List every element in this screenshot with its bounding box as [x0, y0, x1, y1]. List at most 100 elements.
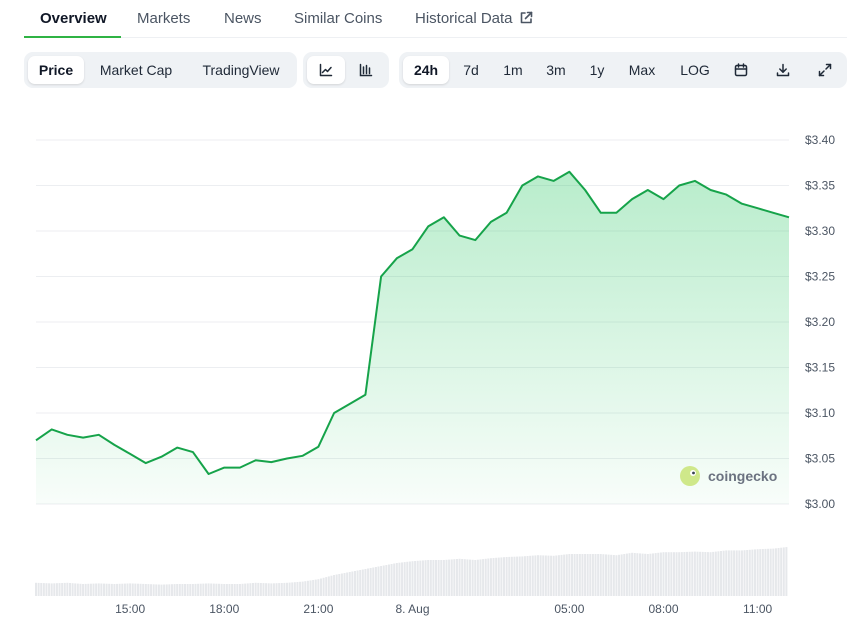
log-scale-button[interactable]: LOG [669, 56, 721, 84]
volume-bar [518, 556, 521, 596]
volume-bar [510, 556, 513, 596]
y-tick-label: $3.15 [805, 361, 835, 375]
metric-selector: Price Market Cap TradingView [24, 52, 297, 88]
volume-bar [466, 559, 469, 596]
tab-historical-data[interactable]: Historical Data [415, 10, 533, 27]
volume-bar [688, 551, 691, 596]
volume-bar [353, 571, 356, 596]
volume-bar [772, 548, 775, 596]
y-tick-label: $3.25 [805, 270, 835, 284]
tab-markets[interactable]: Markets [137, 10, 190, 27]
volume-bar [152, 584, 155, 596]
range-max-button[interactable]: Max [617, 56, 667, 84]
watermark-text: coingecko [708, 468, 777, 484]
volume-bar [231, 584, 234, 596]
volume-bar [693, 551, 696, 596]
volume-bar [385, 565, 388, 596]
y-axis: $3.40 $3.35 $3.30 $3.25 $3.20 $3.15 $3.10 $3.05… [805, 133, 835, 511]
volume-bar [270, 583, 273, 596]
volume-bar [176, 584, 179, 596]
tab-similar-coins[interactable]: Similar Coins [294, 10, 382, 27]
price-tab[interactable]: Price [28, 56, 84, 84]
volume-bar [204, 583, 207, 596]
market-cap-tab[interactable]: Market Cap [88, 56, 184, 84]
volume-bar [727, 550, 730, 596]
volume-bar [414, 561, 417, 596]
volume-bar [623, 554, 626, 596]
volume-bar [563, 554, 566, 596]
range-3m-button[interactable]: 3m [535, 56, 577, 84]
tab-news[interactable]: News [224, 10, 262, 27]
calendar-button[interactable] [725, 56, 757, 84]
volume-bar [61, 583, 64, 596]
range-7d-button[interactable]: 7d [451, 56, 491, 84]
volume-bar [607, 554, 610, 596]
volume-bar [539, 555, 542, 596]
volume-bar [382, 565, 385, 596]
volume-bar [301, 581, 304, 596]
volume-bar [406, 561, 409, 596]
volume-bar [40, 583, 43, 596]
volume-bar [340, 573, 343, 596]
volume-bar [275, 583, 278, 596]
range-24h-button[interactable]: 24h [403, 56, 449, 84]
volume-bar [421, 560, 424, 596]
volume-bar [581, 554, 584, 596]
volume-bar [89, 583, 92, 596]
volume-bar [638, 553, 641, 596]
volume-bar [228, 584, 231, 596]
volume-bar [299, 581, 302, 596]
volume-bar [390, 564, 393, 596]
volume-bar [761, 549, 764, 596]
volume-bar [408, 561, 411, 596]
volume-bar [683, 552, 686, 596]
download-button[interactable] [767, 56, 799, 84]
volume-bar [754, 549, 757, 596]
volume-bar [157, 584, 160, 596]
volume-bar [471, 559, 474, 596]
fullscreen-button[interactable] [809, 56, 841, 84]
volume-bar [55, 583, 58, 596]
line-chart-button[interactable] [307, 56, 345, 84]
range-1y-button[interactable]: 1y [579, 56, 615, 84]
range-1m-button[interactable]: 1m [493, 56, 533, 84]
volume-bar [165, 584, 168, 596]
volume-bar [696, 551, 699, 596]
volume-bar [338, 574, 341, 596]
volume-bar [432, 560, 435, 596]
volume-bar [110, 583, 113, 596]
volume-bar [367, 568, 370, 596]
tradingview-tab[interactable]: TradingView [188, 56, 294, 84]
volume-bar [144, 584, 147, 596]
volume-bar [565, 554, 568, 596]
volume-bar [129, 583, 132, 596]
volume-bar [401, 562, 404, 596]
volume-bar [348, 572, 351, 596]
volume-bar [87, 583, 90, 596]
volume-bar [330, 575, 333, 596]
volume-bar [618, 554, 621, 596]
volume-bar [777, 548, 780, 596]
volume-bar [503, 557, 506, 596]
volume-bar [155, 584, 158, 596]
volume-bar [189, 584, 192, 596]
volume-bar [280, 583, 283, 596]
external-link-icon [520, 11, 532, 24]
candlestick-chart-button[interactable] [347, 56, 385, 84]
volume-bar [602, 554, 605, 596]
volume-bar [589, 554, 592, 596]
volume-bar [97, 583, 100, 596]
volume-bar [746, 550, 749, 596]
volume-bar [220, 583, 223, 596]
volume-bar [74, 583, 77, 596]
active-tab-indicator [24, 36, 121, 38]
volume-bar [35, 582, 37, 596]
coingecko-logo-icon [680, 466, 700, 486]
volume-bar [662, 552, 665, 596]
volume-bar [361, 569, 364, 596]
candlestick-chart-icon [359, 63, 373, 77]
tab-overview[interactable]: Overview [40, 10, 107, 27]
volume-bar [139, 583, 142, 596]
y-tick-label: $3.10 [805, 406, 835, 420]
volume-bar [322, 577, 325, 596]
